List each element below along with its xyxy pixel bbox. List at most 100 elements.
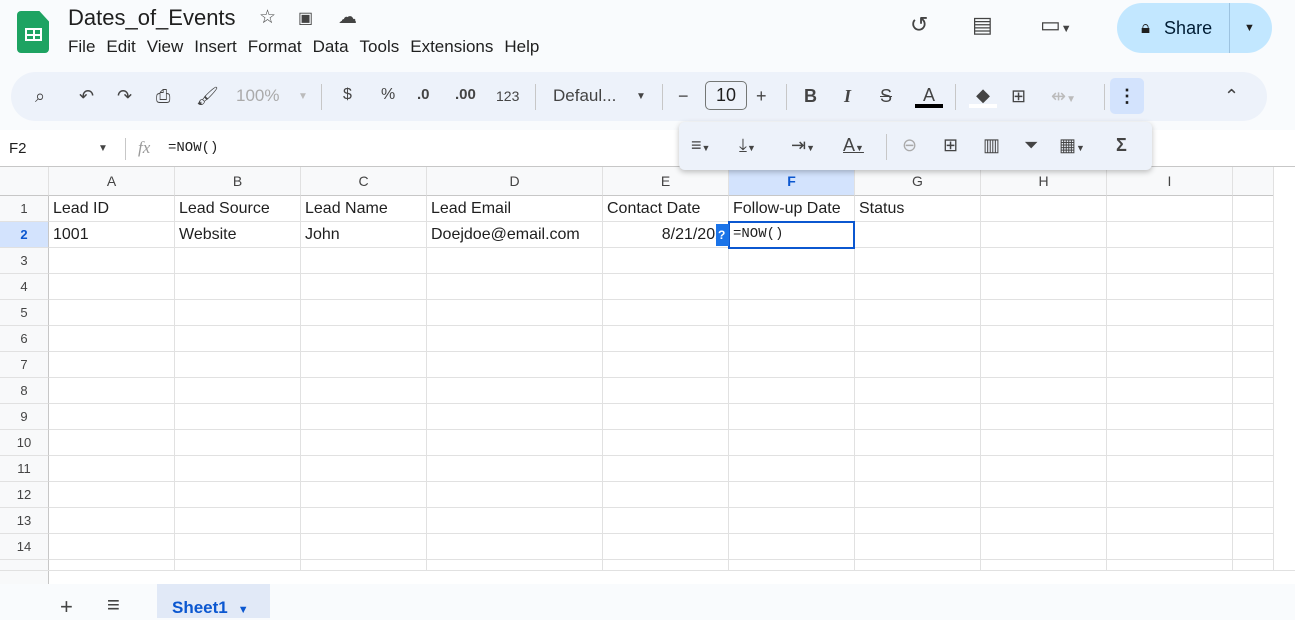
cell-h2[interactable] (981, 222, 1107, 248)
row-header-8[interactable]: 8 (0, 378, 49, 404)
cell-f9[interactable] (729, 404, 855, 430)
cell-c4[interactable] (301, 274, 427, 300)
star-icon[interactable]: ☆ (259, 6, 276, 29)
cell-b6[interactable] (175, 326, 301, 352)
formula-help-badge[interactable]: ? (716, 224, 729, 246)
insert-link-icon[interactable]: ⊖ (902, 135, 917, 156)
decrease-font-size-icon[interactable]: − (678, 86, 689, 107)
cell-g14[interactable] (855, 534, 981, 560)
cell-f8[interactable] (729, 378, 855, 404)
cell-h7[interactable] (981, 352, 1107, 378)
cell-a2[interactable]: 1001 (49, 222, 175, 248)
cell-f2[interactable]: =NOW() (728, 221, 855, 249)
cell-d1[interactable]: Lead Email (427, 196, 603, 222)
row-header-14[interactable]: 14 (0, 534, 49, 560)
meet-icon[interactable]: ▭▼ (1040, 12, 1072, 38)
document-title[interactable]: Dates_of_Events (68, 5, 236, 31)
cell-b10[interactable] (175, 430, 301, 456)
italic-button[interactable]: I (844, 86, 851, 107)
name-box[interactable]: F2 (9, 140, 27, 157)
column-header-f[interactable]: F (729, 167, 855, 196)
cell-c13[interactable] (301, 508, 427, 534)
column-header-e[interactable]: E (603, 167, 729, 196)
cell-j6[interactable] (1233, 326, 1274, 352)
comments-icon[interactable]: ▤ (972, 12, 993, 38)
menu-insert[interactable]: Insert (194, 37, 243, 57)
cell-j7[interactable] (1233, 352, 1274, 378)
font-size-input[interactable]: 10 (705, 81, 747, 110)
cell-c15[interactable] (301, 560, 427, 570)
menu-view[interactable]: View (147, 37, 190, 57)
column-header-g[interactable]: G (855, 167, 981, 196)
column-header-c[interactable]: C (301, 167, 427, 196)
cell-a4[interactable] (49, 274, 175, 300)
cell-d11[interactable] (427, 456, 603, 482)
name-box-dropdown-icon[interactable]: ▼ (98, 143, 108, 154)
cell-e9[interactable] (603, 404, 729, 430)
cell-a6[interactable] (49, 326, 175, 352)
cell-b14[interactable] (175, 534, 301, 560)
row-header-9[interactable]: 9 (0, 404, 49, 430)
cell-g6[interactable] (855, 326, 981, 352)
font-select[interactable]: Defaul... (553, 86, 616, 106)
cell-f13[interactable] (729, 508, 855, 534)
cell-h15[interactable] (981, 560, 1107, 570)
cell-e13[interactable] (603, 508, 729, 534)
cell-i2[interactable] (1107, 222, 1233, 248)
cell-b4[interactable] (175, 274, 301, 300)
cell-j11[interactable] (1233, 456, 1274, 482)
cell-f7[interactable] (729, 352, 855, 378)
cloud-saved-icon[interactable]: ☁ (338, 6, 357, 29)
cell-a10[interactable] (49, 430, 175, 456)
cell-j9[interactable] (1233, 404, 1274, 430)
increase-font-size-icon[interactable]: + (756, 86, 767, 107)
cell-a14[interactable] (49, 534, 175, 560)
cell-i6[interactable] (1107, 326, 1233, 352)
cell-g11[interactable] (855, 456, 981, 482)
borders-icon[interactable]: ⊞ (1011, 86, 1026, 107)
share-dropdown-icon[interactable]: ▼ (1244, 22, 1255, 34)
font-dropdown-icon[interactable]: ▼ (636, 91, 646, 102)
cell-j4[interactable] (1233, 274, 1274, 300)
row-header-10[interactable]: 10 (0, 430, 49, 456)
menu-extensions[interactable]: Extensions (410, 37, 499, 57)
cell-d12[interactable] (427, 482, 603, 508)
search-icon[interactable]: ⌕ (35, 86, 45, 107)
number-format-button[interactable]: 123 (496, 88, 519, 104)
more-options-icon[interactable]: ⋮ (1110, 78, 1144, 114)
cell-g10[interactable] (855, 430, 981, 456)
cell-b9[interactable] (175, 404, 301, 430)
cell-c8[interactable] (301, 378, 427, 404)
row-header-11[interactable]: 11 (0, 456, 49, 482)
cell-d13[interactable] (427, 508, 603, 534)
bold-button[interactable]: B (804, 86, 817, 107)
cell-d5[interactable] (427, 300, 603, 326)
cell-j13[interactable] (1233, 508, 1274, 534)
cell-h4[interactable] (981, 274, 1107, 300)
cell-a1[interactable]: Lead ID (49, 196, 175, 222)
cell-e11[interactable] (603, 456, 729, 482)
column-header-a[interactable]: A (49, 167, 175, 196)
cell-g1[interactable]: Status (855, 196, 981, 222)
cell-c1[interactable]: Lead Name (301, 196, 427, 222)
merge-cells-icon[interactable]: ⇹▼ (1051, 86, 1076, 107)
cell-e6[interactable] (603, 326, 729, 352)
row-header-15[interactable] (0, 560, 49, 570)
cell-a3[interactable] (49, 248, 175, 274)
cell-j5[interactable] (1233, 300, 1274, 326)
cell-c9[interactable] (301, 404, 427, 430)
cell-j15[interactable] (1233, 560, 1274, 570)
cell-i3[interactable] (1107, 248, 1233, 274)
cell-j1[interactable] (1233, 196, 1274, 222)
cell-f3[interactable] (729, 248, 855, 274)
menu-help[interactable]: Help (504, 37, 545, 57)
text-color-button[interactable]: A (915, 86, 943, 108)
cell-g5[interactable] (855, 300, 981, 326)
redo-icon[interactable]: ↷ (117, 86, 132, 107)
row-header-12[interactable]: 12 (0, 482, 49, 508)
cell-f15[interactable] (729, 560, 855, 570)
cell-f11[interactable] (729, 456, 855, 482)
increase-decimal-button[interactable]: .00 (455, 86, 476, 103)
cell-h13[interactable] (981, 508, 1107, 534)
menu-data[interactable]: Data (313, 37, 355, 57)
